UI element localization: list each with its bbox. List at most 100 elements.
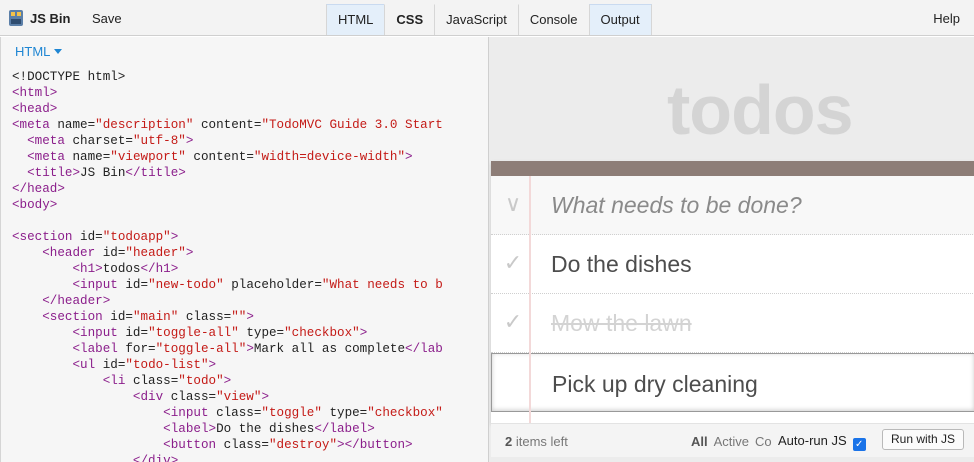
brand-name[interactable]: JS Bin [30,11,70,26]
code-token: </div> [132,454,179,462]
items-left-count: 2 items left [505,434,568,449]
code-token: > [223,374,232,388]
tab-html[interactable]: HTML [326,4,385,35]
code-token: > [261,390,269,404]
todo-label[interactable]: Do the dishes [551,251,692,278]
code-token: > [359,326,368,340]
panel-tabs: HTML CSS JavaScript Console Output [326,4,652,35]
html-editor-panel[interactable]: HTML <!DOCTYPE html> <html> <head> <meta na… [0,37,488,462]
code-token: <button [163,438,224,452]
code-token: <header [42,246,103,260]
code-token: "TodoMVC Guide 3.0 Start [261,118,443,132]
code-token: id= [125,326,149,340]
todo-toggle-check-icon[interactable]: ✓ [501,250,525,276]
code-line: <html> [12,85,443,101]
code-token: placeholder= [223,278,322,292]
tab-output[interactable]: Output [588,4,652,35]
todo-toggle-check-icon[interactable]: ✓ [501,309,525,335]
tab-javascript[interactable]: JavaScript [434,4,518,35]
code-line: <button class="destroy"></button> [12,437,443,453]
todo-label[interactable]: Mow the lawn [551,310,692,337]
save-button[interactable]: Save [92,11,122,26]
code-token: todos [102,262,141,276]
code-token: id= [110,310,133,324]
code-token: "checkbox" [367,406,443,420]
code-line: </head> [12,181,443,197]
code-token: <meta [12,118,58,132]
code-token: id= [102,358,126,372]
code-token: id= [80,230,103,244]
code-token: > [208,358,217,372]
help-button[interactable]: Help [933,11,960,26]
tab-console[interactable]: Console [517,4,589,35]
code-line: <head> [12,101,443,117]
jsbin-logo-icon[interactable] [8,9,24,27]
code-line: <section id="main" class=""> [12,309,443,325]
code-token: <meta [27,150,73,164]
code-line: <label for="toggle-all">Mark all as comp… [12,341,442,357]
todo-item[interactable]: ✓ Do the dishes [491,235,974,294]
filter-co[interactable]: Co [755,434,772,449]
code-token: class= [132,374,179,388]
code-line: <div class="view"> [12,389,443,405]
code-token: type= [238,326,285,340]
code-token: "utf-8" [132,134,186,148]
code-token: <ul [72,358,103,372]
code-area[interactable]: <!DOCTYPE html> <html> <head> <meta name="d… [12,69,443,462]
toggle-all-chevron-icon[interactable]: ∨ [501,191,525,217]
filter-active[interactable]: Active [714,434,749,449]
toolbar: JS Bin Save HTML CSS JavaScript Console Outp… [0,0,974,36]
code-token: > [246,342,254,356]
code-token: "toggle-all" [148,326,239,340]
code-token: Do the dishes [216,422,315,436]
code-token: "toggle" [261,406,322,420]
code-token: <!DOCTYPE html> [12,70,126,84]
run-with-js-button[interactable]: Run with JS [882,429,965,450]
todo-item[interactable]: ✓ Mow the lawn [491,294,974,353]
code-token: "destroy" [268,438,338,452]
code-token: for= [125,342,156,356]
code-token: </title> [125,166,186,180]
new-todo-input[interactable]: What needs to be done? [551,192,802,219]
code-token: "todo-list" [125,358,209,372]
code-token: class= [178,310,232,324]
code-token: "toggle-all" [155,342,247,356]
code-token: <title> [27,166,81,180]
autorun-checkbox[interactable]: ✓ [852,438,866,451]
code-token: <head> [12,102,58,116]
margin-line [529,176,531,423]
new-todo-row: ∨ What needs to be done? [491,176,974,235]
code-token: ></button> [337,438,413,452]
code-line: <title>JS Bin</title> [12,165,443,181]
code-token: "description" [95,118,194,132]
todo-edit-input[interactable]: Pick up dry cleaning [552,371,758,398]
panel-language-selector[interactable]: HTML [15,44,63,59]
items-left-label: items left [512,434,568,449]
code-line: <body> [12,197,443,213]
code-token: <div [132,390,171,404]
code-token: <section [12,230,81,244]
code-token: "todo" [178,374,224,388]
code-token: id= [125,278,149,292]
autorun-toggle[interactable]: Auto-run JS ✓ [778,433,866,451]
code-token: "new-todo" [148,278,224,292]
filter-all[interactable]: All [691,434,708,449]
panel-language-label: HTML [15,44,51,59]
code-line: <h1>todos</h1> [12,261,443,277]
tab-css[interactable]: CSS [384,4,434,35]
code-token: <section [42,310,111,324]
code-line: <input id="new-todo" placeholder="What n… [12,277,443,293]
todo-item[interactable]: Pick up dry cleaning [491,353,974,412]
